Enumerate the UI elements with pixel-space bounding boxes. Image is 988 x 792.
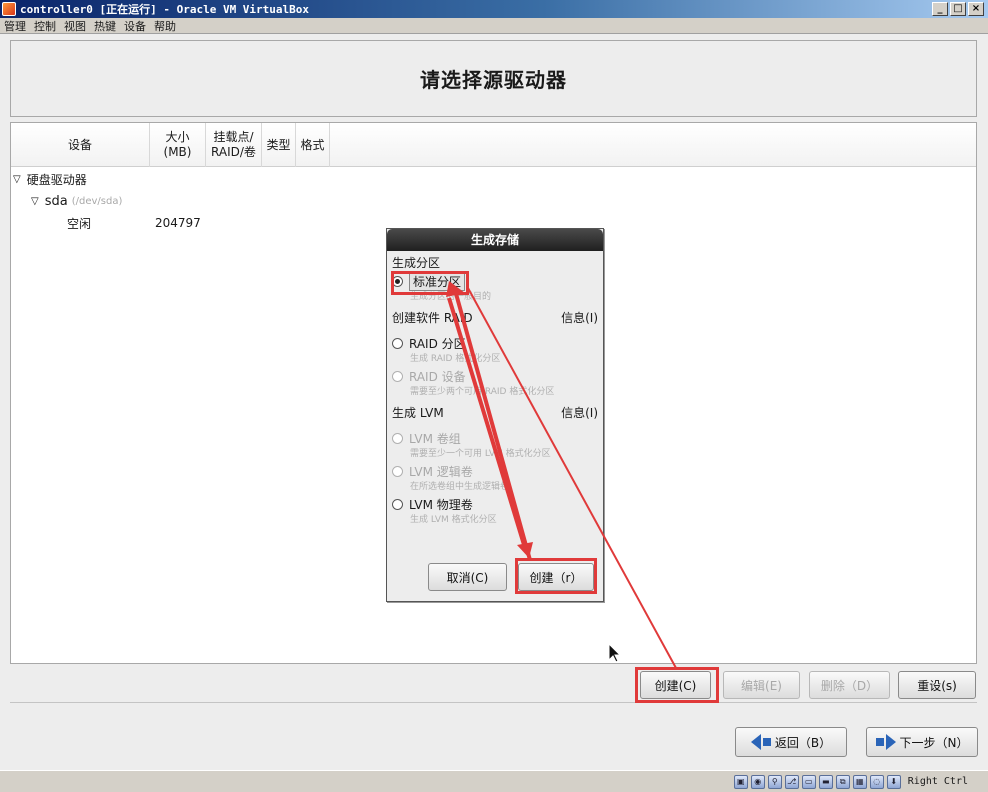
window-controls: _ □ ×: [932, 2, 984, 16]
raid-info-button[interactable]: 信息(I): [561, 310, 598, 326]
radio-disabled-icon: [392, 432, 403, 444]
raid-device-label: RAID 设备: [409, 369, 466, 384]
optical-disk-icon[interactable]: ◉: [750, 774, 765, 789]
host-key-label: Right Ctrl: [907, 776, 968, 787]
close-button[interactable]: ×: [968, 2, 984, 16]
tree-row-hard-drives[interactable]: ▽ 硬盘驱动器: [13, 168, 87, 190]
radio-disabled-icon: [392, 370, 403, 382]
dialog-body: 生成分区 标准分区 生成分区的一般目的 创建软件 RAID 信息(I) RAID…: [387, 251, 603, 527]
create-button[interactable]: 创建(C): [640, 671, 711, 699]
column-size[interactable]: 大小 (MB): [150, 123, 206, 167]
reset-button[interactable]: 重设(s): [898, 671, 976, 699]
hdd-icon[interactable]: ▣: [733, 774, 748, 789]
shared-folder-icon[interactable]: ▭: [801, 774, 816, 789]
table-header: 设备 大小 (MB) 挂载点/ RAID/卷 类型 格式: [11, 123, 976, 167]
raid-partition-hint: 生成 RAID 格式化分区: [410, 354, 501, 364]
header-panel: 请选择源驱动器: [10, 40, 977, 117]
tree-label-hard-drives: 硬盘驱动器: [26, 172, 87, 187]
arrow-left-icon: [750, 734, 761, 750]
virtualbox-icon: [2, 2, 16, 16]
column-device[interactable]: 设备: [11, 123, 150, 167]
tree-label-sda: sda: [44, 193, 68, 209]
expand-triangle-icon[interactable]: ▽: [31, 196, 39, 207]
network-adapter-icon[interactable]: ⧉: [835, 774, 850, 789]
lvm-lv-hint: 在所选卷组中生成逻辑卷: [410, 482, 510, 492]
recording-icon[interactable]: ▦: [852, 774, 867, 789]
standard-partition-label: 标准分区: [409, 271, 466, 291]
usb-icon[interactable]: ⚲: [767, 774, 782, 789]
back-button[interactable]: 返回（B）: [735, 727, 847, 757]
free-label: 空闲: [67, 216, 92, 231]
dialog-create-button[interactable]: 创建（r）: [518, 563, 594, 591]
section-create-partition: 生成分区: [392, 256, 441, 270]
radio-unchecked-icon[interactable]: [392, 498, 403, 510]
arrow-stem-icon: [875, 738, 884, 746]
separator: [10, 702, 977, 703]
menu-help[interactable]: 帮助: [154, 18, 176, 34]
menu-manage[interactable]: 管理: [4, 18, 26, 34]
option-raid-device: RAID 设备: [392, 367, 598, 385]
tree-row-sda[interactable]: ▽ sda (/dev/sda): [31, 190, 122, 212]
cpu-icon[interactable]: ◌: [869, 774, 884, 789]
standard-partition-hint: 生成分区的一般目的: [410, 292, 492, 302]
radio-checked-icon[interactable]: [392, 275, 403, 287]
minimize-button[interactable]: _: [932, 2, 948, 16]
menubar: 管理 控制 视图 热键 设备 帮助: [0, 18, 988, 34]
create-storage-dialog: 生成存储 生成分区 标准分区 生成分区的一般目的 创建软件 RAID 信息(I)…: [386, 228, 604, 602]
network-icon[interactable]: ⎇: [784, 774, 799, 789]
menu-control[interactable]: 控制: [34, 18, 56, 34]
guest-screen: 请选择源驱动器 设备 大小 (MB) 挂载点/ RAID/卷 类型 格式 ▽ 硬…: [0, 34, 988, 770]
delete-button: 删除（D）: [809, 671, 890, 699]
dialog-title: 生成存储: [387, 229, 603, 251]
statusbar: ▣ ◉ ⚲ ⎇ ▭ ▬ ⧉ ▦ ◌ ⬇ Right Ctrl: [0, 770, 988, 792]
maximize-button[interactable]: □: [950, 2, 966, 16]
lvm-lv-label: LVM 逻辑卷: [409, 464, 473, 479]
raid-partition-label: RAID 分区: [409, 336, 466, 351]
menu-view[interactable]: 视图: [64, 18, 86, 34]
lvm-pv-hint: 生成 LVM 格式化分区: [410, 515, 497, 525]
lvm-vg-hint: 需要至少一个可用 LVM 格式化分区: [410, 449, 551, 459]
lvm-pv-label: LVM 物理卷: [409, 497, 473, 512]
column-format[interactable]: 格式: [296, 123, 330, 167]
dialog-cancel-button[interactable]: 取消(C): [428, 563, 507, 591]
section-software-raid: 创建软件 RAID 信息(I): [392, 310, 598, 326]
free-size: 204797: [155, 216, 201, 230]
arrow-stem-icon: [762, 738, 771, 746]
radio-disabled-icon: [392, 465, 403, 477]
column-type[interactable]: 类型: [262, 123, 296, 167]
next-button-label: 下一步（N）: [899, 735, 969, 750]
back-button-label: 返回（B）: [774, 735, 832, 750]
window-title: controller0 [正在运行] - Oracle VM VirtualBo…: [20, 3, 310, 16]
menu-devices[interactable]: 设备: [124, 18, 146, 34]
display-icon[interactable]: ▬: [818, 774, 833, 789]
tree-row-free-space[interactable]: 空闲 204797: [11, 212, 311, 234]
edit-button: 编辑(E): [723, 671, 800, 699]
window-titlebar: controller0 [正在运行] - Oracle VM VirtualBo…: [0, 0, 988, 18]
option-standard-partition[interactable]: 标准分区: [392, 271, 598, 291]
column-mountpoint[interactable]: 挂载点/ RAID/卷: [206, 123, 262, 167]
mouse-capture-icon[interactable]: ⬇: [886, 774, 901, 789]
lvm-info-button[interactable]: 信息(I): [561, 405, 598, 421]
tree-label-sda-path: (/dev/sda): [71, 195, 123, 207]
option-lvm-volume-group: LVM 卷组: [392, 429, 598, 447]
menu-hotkey[interactable]: 热键: [94, 18, 116, 34]
section-create-lvm: 生成 LVM 信息(I): [392, 405, 598, 421]
option-lvm-physical-volume[interactable]: LVM 物理卷: [392, 495, 598, 513]
raid-device-hint: 需要至少两个可用 RAID 格式化分区: [410, 387, 555, 397]
lvm-vg-label: LVM 卷组: [409, 431, 461, 446]
next-button[interactable]: 下一步（N）: [866, 727, 978, 757]
option-lvm-logical-volume: LVM 逻辑卷: [392, 462, 598, 480]
option-raid-partition[interactable]: RAID 分区: [392, 334, 598, 352]
expand-triangle-icon[interactable]: ▽: [13, 174, 21, 185]
radio-unchecked-icon[interactable]: [392, 337, 403, 349]
page-title: 请选择源驱动器: [420, 68, 567, 92]
arrow-right-icon: [885, 734, 896, 750]
